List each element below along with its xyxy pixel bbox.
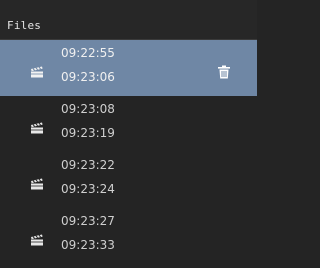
file-end-time: 09:23:33: [61, 238, 115, 252]
file-start-time: 09:23:08: [61, 102, 115, 116]
file-start-time: 09:23:22: [61, 158, 115, 172]
file-end-time: 09:23:06: [61, 70, 115, 84]
files-title: Files: [7, 19, 42, 32]
clapperboard-icon: [31, 66, 43, 78]
clapperboard-icon: [31, 234, 43, 246]
clapperboard-icon: [31, 178, 43, 190]
file-start-time: 09:22:55: [61, 46, 115, 60]
file-item[interactable]: 09:23:08 09:23:19: [0, 96, 257, 152]
trash-icon[interactable]: [217, 65, 231, 79]
file-end-time: 09:23:19: [61, 126, 115, 140]
file-item[interactable]: 09:23:22 09:23:24: [0, 152, 257, 208]
clapperboard-icon: [31, 122, 43, 134]
files-panel: Files 09:22:55 09:23:06 09:23:08 09:23:1…: [0, 0, 257, 268]
file-start-time: 09:23:27: [61, 214, 115, 228]
files-header: Files: [0, 0, 257, 40]
file-item[interactable]: 09:22:55 09:23:06: [0, 40, 257, 96]
file-end-time: 09:23:24: [61, 182, 115, 196]
file-item[interactable]: 09:23:27 09:23:33: [0, 208, 257, 264]
